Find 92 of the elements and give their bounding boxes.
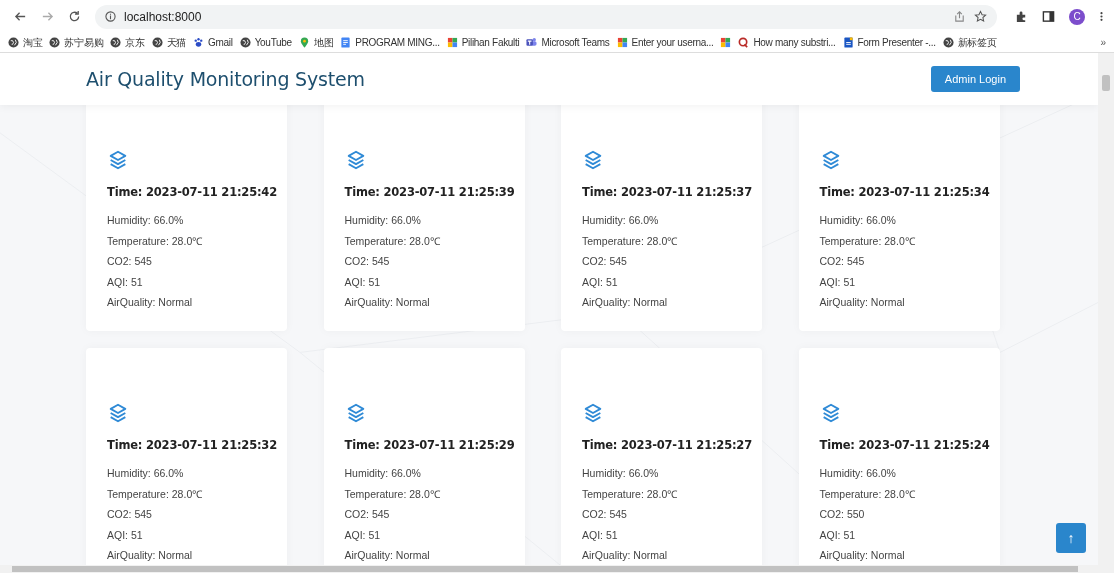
reading-value: CO2: 545 — [344, 254, 391, 269]
reading-value: AQI: 51 — [344, 527, 382, 543]
reading-value: Humidity: 66.0% — [819, 466, 897, 481]
reading-value: AQI: 51 — [107, 527, 144, 543]
puzzle-icon[interactable] — [1015, 10, 1028, 23]
bookmark-link[interactable]: 天猫 — [166, 35, 187, 50]
side-panel-icon[interactable] — [1042, 10, 1055, 23]
bookmark-link[interactable]: PROGRAM MING... — [355, 37, 440, 48]
tiles-icon[interactable] — [720, 37, 732, 48]
address-bar[interactable]: localhost:8000 — [95, 4, 997, 29]
back-icon[interactable] — [14, 10, 27, 23]
reading-value: Humidity: 66.0% — [582, 213, 660, 228]
reading-value: Temperature: 28.0℃ — [819, 486, 916, 502]
reading-value: AQI: 51 — [582, 274, 619, 290]
reading-time: Time: 2023-07-11 21:25:39 — [344, 185, 515, 199]
reload-icon[interactable] — [68, 10, 81, 23]
reading-time: Time: 2023-07-11 21:25:24 — [819, 438, 990, 452]
layers-icon — [582, 149, 604, 171]
bookmark-link[interactable]: Pilihan Fakulti — [461, 37, 520, 48]
reading-value: CO2: 545 — [107, 507, 153, 522]
reading-value: AirQuality: Normal — [819, 548, 906, 563]
profile-avatar[interactable]: C — [1069, 8, 1085, 25]
bookmark-link[interactable]: YouTube — [254, 37, 292, 48]
back-to-top-button[interactable]: ↑ — [1056, 523, 1086, 553]
layers-icon — [107, 402, 129, 424]
reading-value: AQI: 51 — [819, 527, 857, 543]
reading-value: Temperature: 28.0℃ — [107, 486, 204, 502]
reading-value: AQI: 51 — [344, 274, 382, 290]
reading-time: Time: 2023-07-11 21:25:32 — [107, 438, 277, 452]
info-icon — [105, 11, 116, 22]
bookmark-link[interactable]: Gmail — [208, 37, 233, 48]
reading-value: CO2: 545 — [819, 254, 866, 269]
admin-login-button[interactable]: Admin Login — [930, 66, 1020, 92]
horizontal-scrollbar[interactable] — [0, 565, 1098, 573]
vertical-scrollbar[interactable] — [1098, 53, 1114, 573]
reading-value: Humidity: 66.0% — [582, 466, 660, 481]
layers-icon — [582, 402, 604, 424]
reading-value: Temperature: 28.0℃ — [582, 233, 679, 249]
reading-value: CO2: 545 — [107, 254, 153, 269]
reading-value: AirQuality: Normal — [344, 295, 431, 310]
reading-time: Time: 2023-07-11 21:25:42 — [107, 185, 277, 199]
reading-value: AirQuality: Normal — [819, 295, 906, 310]
reading-value: Temperature: 28.0℃ — [344, 486, 441, 502]
reading-value: Humidity: 66.0% — [107, 213, 185, 228]
bookmark-link[interactable]: 苏宁易购 — [64, 35, 104, 50]
reading-value: CO2: 545 — [344, 507, 391, 522]
reading-time: Time: 2023-07-11 21:25:29 — [344, 438, 515, 452]
reading-value: AirQuality: Normal — [582, 548, 669, 563]
form-icon[interactable] — [842, 37, 854, 48]
bookmark-link[interactable]: Microsoft Teams — [541, 37, 610, 48]
reading-value: AirQuality: Normal — [107, 548, 194, 563]
reading-value: Temperature: 28.0℃ — [344, 233, 441, 249]
tiles-icon[interactable] — [446, 37, 458, 48]
url-text: localhost:8000 — [124, 9, 202, 24]
reading-value: AirQuality: Normal — [107, 295, 194, 310]
reading-value: Humidity: 66.0% — [819, 213, 897, 228]
more-bookmarks-button[interactable]: » — [1100, 37, 1106, 48]
share-icon[interactable] — [953, 10, 966, 23]
reading-value: AQI: 51 — [582, 527, 619, 543]
paw-icon[interactable] — [193, 37, 205, 48]
reading-time: Time: 2023-07-11 21:25:37 — [582, 185, 752, 199]
document-icon[interactable] — [340, 37, 352, 48]
reading-value: CO2: 545 — [582, 507, 628, 522]
bookmark-link[interactable]: How many substri... — [753, 37, 836, 48]
bookmark-link[interactable]: 京东 — [125, 35, 145, 50]
reading-value: AirQuality: Normal — [344, 548, 431, 563]
reading-value: CO2: 545 — [582, 254, 628, 269]
reading-value: Temperature: 28.0℃ — [107, 233, 204, 249]
layers-icon — [107, 149, 129, 171]
reading-value: Humidity: 66.0% — [344, 466, 422, 481]
reading-time: Time: 2023-07-11 21:25:27 — [582, 438, 752, 452]
reading-value: Humidity: 66.0% — [344, 213, 422, 228]
menu-icon[interactable] — [1099, 10, 1104, 23]
reading-value: Temperature: 28.0℃ — [582, 486, 679, 502]
reading-value: CO2: 550 — [819, 507, 866, 522]
map-pin-icon[interactable] — [298, 37, 310, 48]
reading-time: Time: 2023-07-11 21:25:34 — [819, 185, 990, 199]
reading-value: Humidity: 66.0% — [107, 466, 185, 481]
bookmark-link[interactable]: 淘宝 — [23, 35, 43, 50]
tiles-icon[interactable] — [616, 37, 628, 48]
bookmark-link[interactable]: 新标签页 — [957, 35, 997, 50]
reading-value: AirQuality: Normal — [582, 295, 669, 310]
bookmark-link[interactable]: 地图 — [313, 35, 334, 50]
ring-icon[interactable] — [738, 37, 750, 48]
reading-value: Temperature: 28.0℃ — [819, 233, 916, 249]
site-title: Air Quality Monitoring System — [86, 68, 366, 90]
reading-value: AQI: 51 — [107, 274, 144, 290]
bookmark-link[interactable]: Form Presenter -... — [857, 37, 936, 48]
star-icon[interactable] — [974, 10, 987, 23]
bookmark-link[interactable]: Enter your userna... — [631, 37, 714, 48]
teams-icon[interactable] — [526, 37, 538, 48]
reading-value: AQI: 51 — [819, 274, 857, 290]
